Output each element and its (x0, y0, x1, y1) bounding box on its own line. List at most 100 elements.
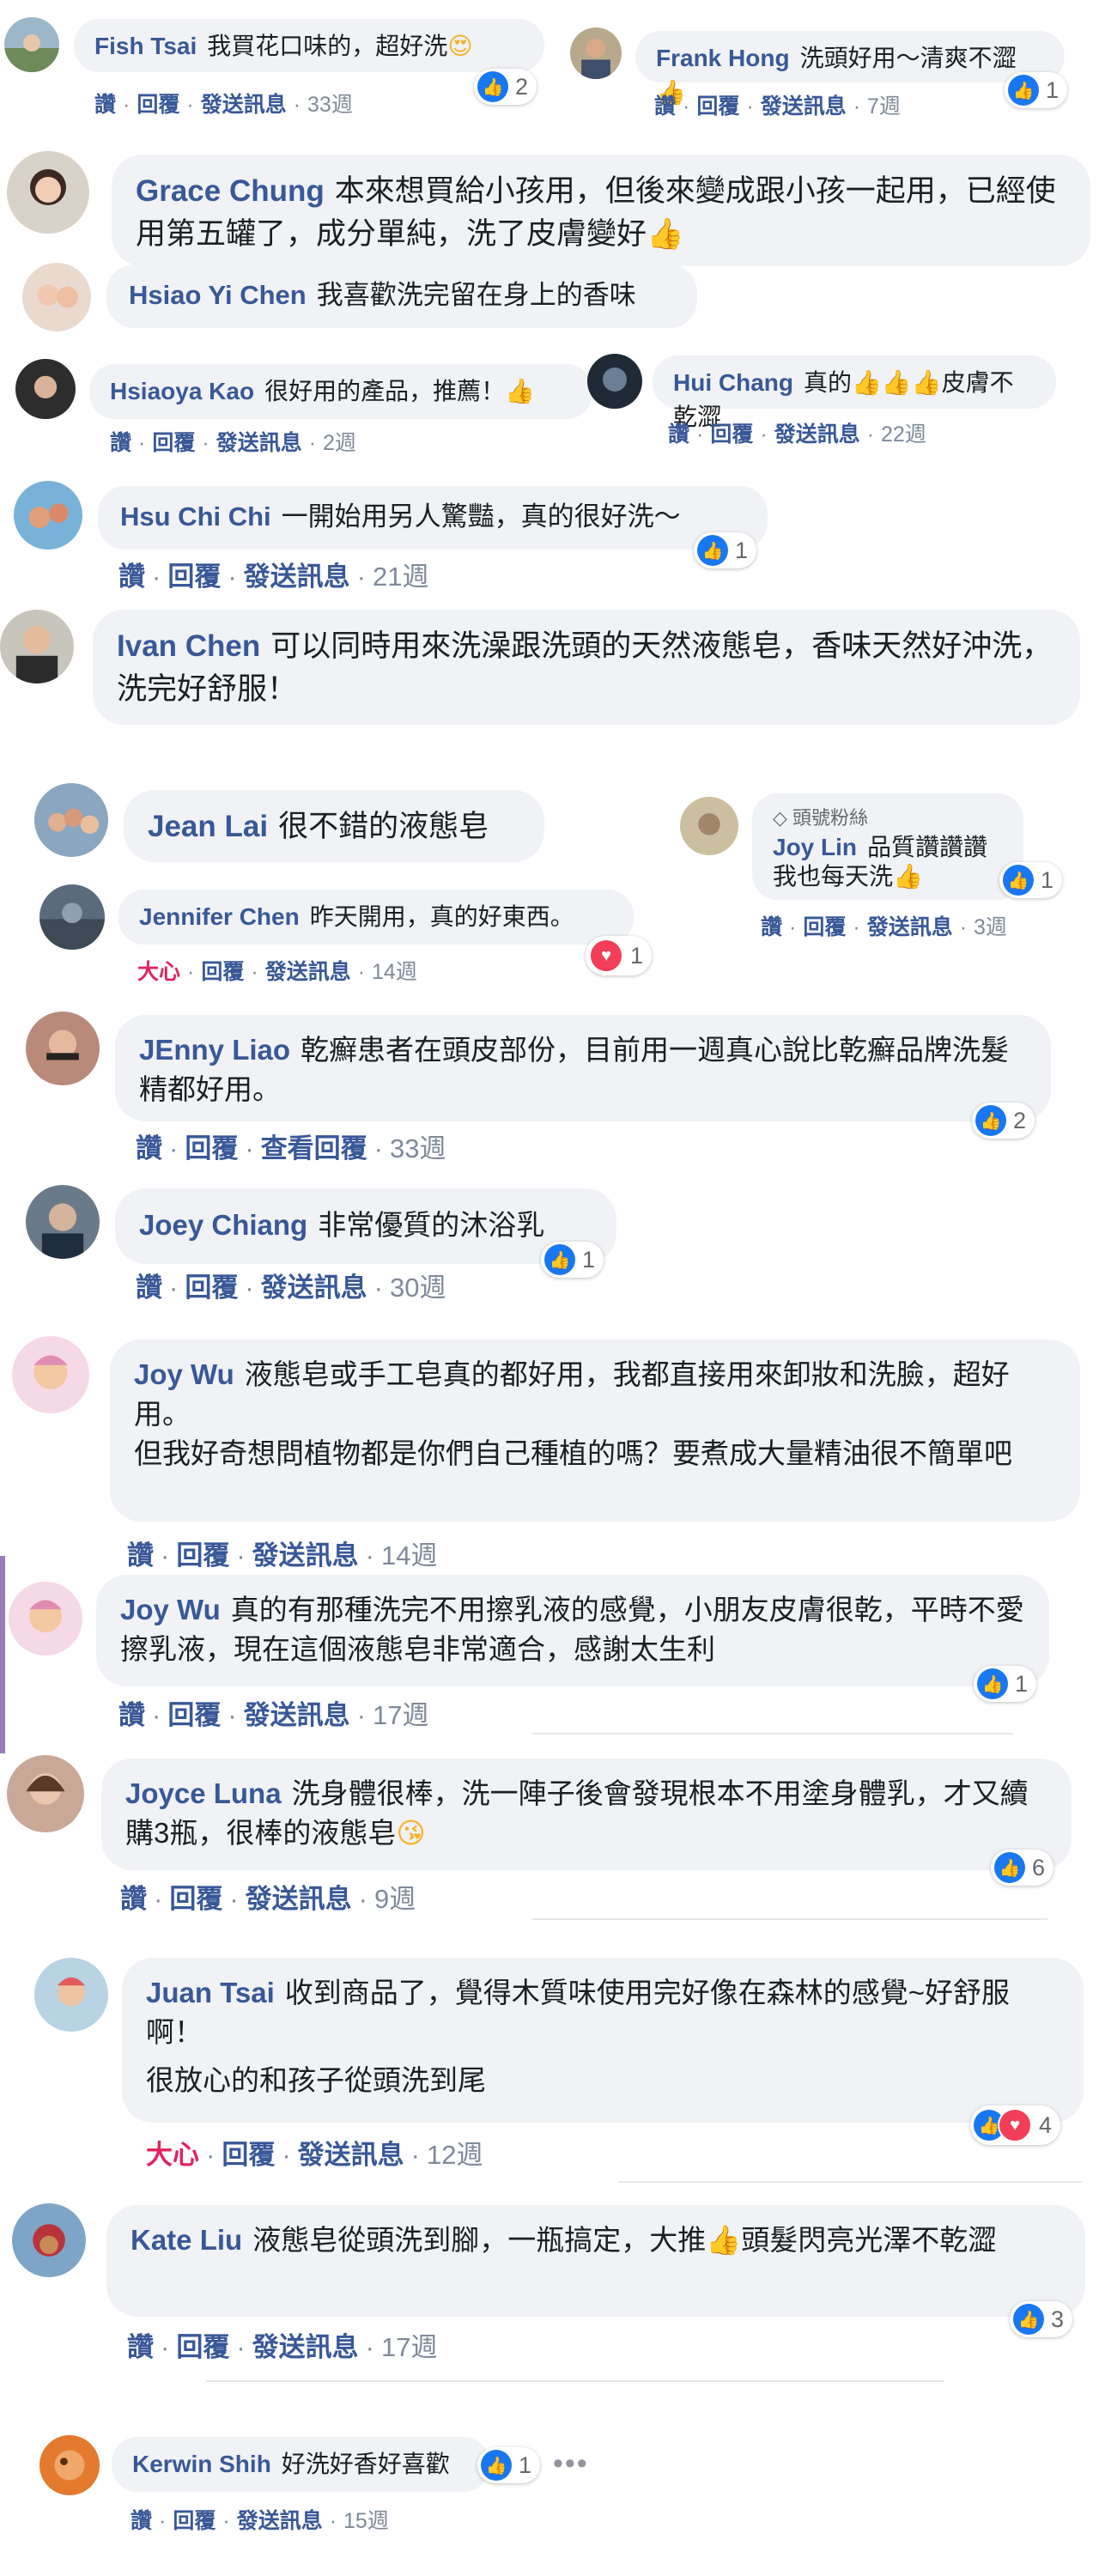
like-button[interactable]: 讚 (136, 1133, 162, 1163)
timestamp[interactable]: 22週 (881, 422, 926, 447)
send-message-button[interactable]: 發送訊息 (252, 2332, 359, 2362)
reaction-count[interactable]: 👍 6 (991, 1850, 1054, 1886)
timestamp[interactable]: 3週 (974, 915, 1007, 939)
reply-button[interactable]: 回覆 (803, 915, 846, 939)
commenter-name[interactable]: Joy Wu (134, 1358, 234, 1390)
avatar[interactable] (26, 1012, 100, 1085)
reaction-count[interactable]: 👍 2 (474, 69, 537, 105)
reaction-count[interactable]: 👍 1 (694, 532, 757, 568)
avatar[interactable] (570, 27, 622, 79)
view-replies-button[interactable]: 查看回覆 (261, 1133, 367, 1163)
commenter-name[interactable]: JEnny Liao (139, 1034, 290, 1066)
reaction-count[interactable]: ♥ 1 (586, 936, 653, 975)
love-button[interactable]: 大心 (137, 960, 180, 984)
timestamp[interactable]: 21週 (373, 562, 428, 592)
like-button[interactable]: 讚 (110, 431, 131, 455)
commenter-name[interactable]: Joy Wu (120, 1594, 221, 1625)
commenter-name[interactable]: Kerwin Shih (132, 2451, 271, 2477)
avatar[interactable] (9, 1582, 82, 1656)
reply-button[interactable]: 回覆 (710, 422, 753, 447)
more-options-icon[interactable]: ••• (553, 2447, 589, 2481)
send-message-button[interactable]: 發送訊息 (867, 915, 953, 939)
send-message-button[interactable]: 發送訊息 (252, 1540, 359, 1571)
reaction-count[interactable]: 👍 1 (541, 1242, 604, 1278)
like-button[interactable]: 讚 (654, 94, 676, 118)
send-message-button[interactable]: 發送訊息 (244, 1700, 350, 1730)
commenter-name[interactable]: Ivan Chen (117, 629, 260, 663)
reaction-count[interactable]: 👍 ♥ 4 (970, 2105, 1061, 2145)
commenter-name[interactable]: Hsiao Yi Chen (129, 280, 307, 310)
reaction-count[interactable]: 👍 1 (999, 862, 1063, 898)
avatar[interactable] (587, 354, 642, 409)
avatar[interactable] (680, 797, 738, 855)
reply-button[interactable]: 回覆 (222, 2140, 275, 2170)
avatar[interactable] (12, 2203, 86, 2277)
timestamp[interactable]: 14週 (381, 1540, 437, 1571)
avatar[interactable] (39, 2435, 100, 2495)
reaction-count[interactable]: 👍 1 (477, 2447, 541, 2483)
commenter-name[interactable]: Fish Tsai (94, 33, 197, 59)
like-button[interactable]: 讚 (118, 562, 145, 592)
avatar[interactable] (39, 884, 105, 950)
timestamp[interactable]: 14週 (372, 960, 417, 984)
like-button[interactable]: 讚 (761, 915, 782, 939)
send-message-button[interactable]: 發送訊息 (761, 94, 847, 118)
timestamp[interactable]: 12週 (427, 2140, 483, 2170)
commenter-name[interactable]: Kate Liu (131, 2224, 242, 2256)
reply-button[interactable]: 回覆 (696, 94, 739, 118)
timestamp[interactable]: 9週 (374, 1884, 416, 1914)
commenter-name[interactable]: Hsu Chi Chi (120, 501, 271, 532)
like-button[interactable]: 讚 (127, 2332, 154, 2362)
send-message-button[interactable]: 發送訊息 (246, 1884, 352, 1914)
reply-button[interactable]: 回覆 (167, 1700, 221, 1730)
commenter-name[interactable]: Joy Lin (773, 834, 857, 860)
avatar[interactable] (0, 610, 74, 683)
timestamp[interactable]: 30週 (390, 1273, 446, 1303)
commenter-name[interactable]: Jennifer Chen (139, 903, 300, 930)
reply-button[interactable]: 回覆 (152, 431, 195, 455)
reaction-count[interactable]: 👍 1 (1005, 72, 1068, 108)
send-message-button[interactable]: 發送訊息 (265, 960, 351, 984)
commenter-name[interactable]: Jean Lai (148, 810, 268, 843)
send-message-button[interactable]: 發送訊息 (298, 2140, 404, 2170)
reply-button[interactable]: 回覆 (201, 960, 244, 984)
send-message-button[interactable]: 發送訊息 (261, 1273, 367, 1303)
timestamp[interactable]: 17週 (373, 1700, 428, 1730)
avatar[interactable] (7, 151, 89, 234)
avatar[interactable] (14, 481, 82, 550)
reaction-count[interactable]: 👍 1 (974, 1666, 1037, 1702)
commenter-name[interactable]: Juan Tsai (146, 1977, 275, 2008)
commenter-name[interactable]: Joyce Luna (125, 1777, 282, 1809)
avatar[interactable] (34, 783, 108, 857)
commenter-name[interactable]: Frank Hong (656, 45, 790, 71)
avatar[interactable] (34, 1958, 108, 2032)
avatar[interactable] (7, 1755, 84, 1832)
reaction-count[interactable]: 👍 3 (1010, 2301, 1073, 2337)
timestamp[interactable]: 33週 (390, 1133, 446, 1163)
send-message-button[interactable]: 發送訊息 (237, 2509, 323, 2533)
avatar[interactable] (15, 359, 76, 419)
commenter-name[interactable]: Joey Chiang (139, 1209, 307, 1241)
like-button[interactable]: 讚 (127, 1540, 154, 1571)
timestamp[interactable]: 17週 (381, 2332, 437, 2362)
like-button[interactable]: 讚 (668, 422, 689, 447)
reply-button[interactable]: 回覆 (185, 1133, 238, 1163)
avatar[interactable] (4, 17, 59, 72)
reply-button[interactable]: 回覆 (176, 1540, 229, 1571)
send-message-button[interactable]: 發送訊息 (244, 562, 350, 592)
like-button[interactable]: 讚 (118, 1700, 145, 1730)
reply-button[interactable]: 回覆 (185, 1273, 238, 1303)
love-button[interactable]: 大心 (146, 2140, 199, 2170)
send-message-button[interactable]: 發送訊息 (774, 422, 860, 447)
reply-button[interactable]: 回覆 (137, 93, 179, 117)
send-message-button[interactable]: 發送訊息 (216, 431, 302, 455)
commenter-name[interactable]: Hui Chang (673, 369, 793, 396)
timestamp[interactable]: 33週 (307, 93, 353, 117)
like-button[interactable]: 讚 (131, 2509, 152, 2533)
avatar[interactable] (12, 1336, 89, 1413)
reaction-count[interactable]: 👍 2 (972, 1103, 1035, 1139)
like-button[interactable]: 讚 (94, 93, 116, 117)
timestamp[interactable]: 15週 (343, 2509, 389, 2533)
reply-button[interactable]: 回覆 (173, 2509, 216, 2533)
timestamp[interactable]: 2週 (323, 431, 356, 455)
